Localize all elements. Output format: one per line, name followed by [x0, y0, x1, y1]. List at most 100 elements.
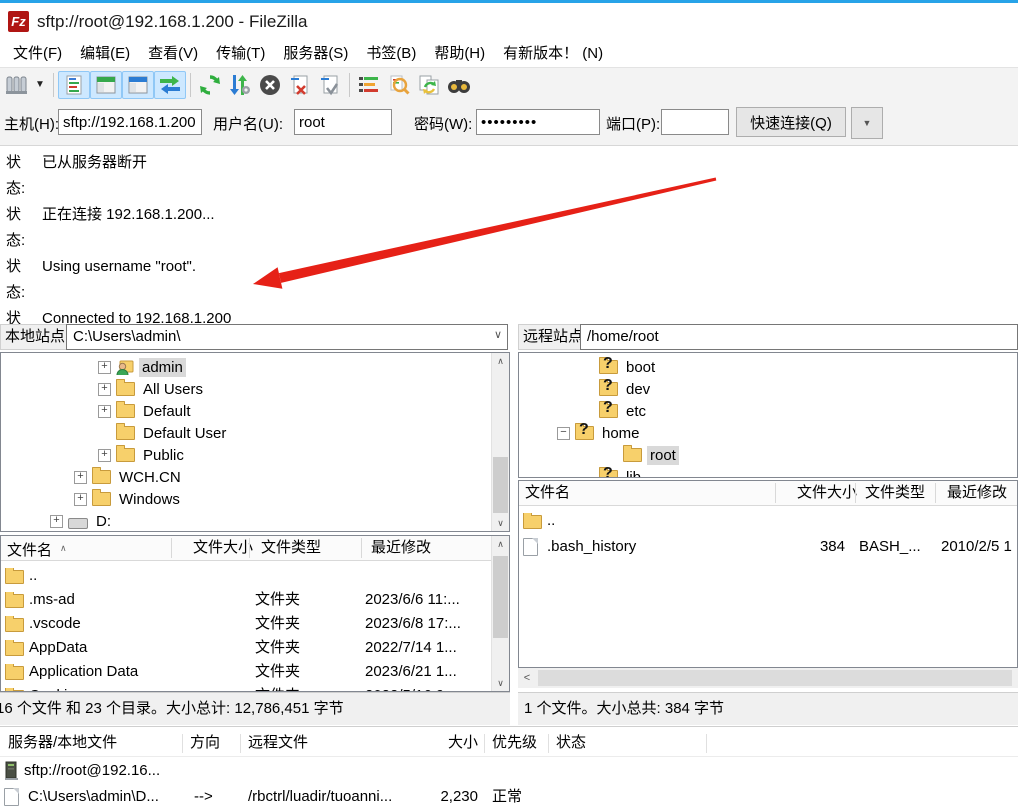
file-row[interactable]: .ms-ad 文件夹 2023/6/6 11:... [1, 588, 492, 612]
column-header-status[interactable]: 状态 [556, 730, 696, 756]
column-header-filetype[interactable]: 文件类型 [859, 481, 935, 505]
tree-item-home[interactable]: − ? home [519, 422, 1017, 444]
tree-item-label: Default [140, 402, 194, 421]
column-header-priority[interactable]: 优先级 [492, 730, 542, 756]
column-header-filesize[interactable]: 文件大小 [177, 536, 259, 560]
column-header-filename[interactable]: 文件名∧ [1, 536, 175, 560]
toggle-transfer-queue-button[interactable] [154, 71, 186, 99]
expander-icon[interactable]: + [98, 361, 111, 374]
tree-item-wch-cn[interactable]: + WCH.CN [1, 466, 509, 488]
queue-transfer-row[interactable]: C:\Users\admin\D... --> /rbctrl/luadir/t… [0, 784, 1018, 806]
site-manager-button[interactable] [1, 71, 31, 99]
local-file-list: 文件名∧ 文件大小 文件类型 最近修改 .. .ms-ad 文件夹 2023/6… [0, 535, 510, 692]
file-row[interactable]: .bash_history 384 BASH_... 2010/2/5 1 [519, 535, 1017, 559]
expander-icon[interactable]: + [50, 515, 63, 528]
scroll-left-icon[interactable]: < [518, 668, 536, 688]
tree-item-root[interactable]: root [519, 444, 1017, 466]
column-header-server-local-file[interactable]: 服务器/本地文件 [8, 730, 176, 756]
process-queue-button[interactable] [225, 71, 255, 99]
remote-site-bar: 远程站点: /home/root [518, 322, 1018, 352]
menu-bookmarks[interactable]: 书签(B) [357, 40, 425, 67]
tree-item-admin[interactable]: + admin [1, 356, 509, 378]
scrollbar-thumb[interactable] [493, 457, 508, 513]
toggle-local-tree-button[interactable] [90, 71, 122, 99]
menu-new-version[interactable]: 有新版本！ (N) [494, 40, 612, 67]
scroll-down-icon[interactable]: ∨ [492, 515, 509, 531]
scrollbar-thumb[interactable] [493, 556, 508, 638]
menu-edit[interactable]: 编辑(E) [71, 40, 139, 67]
file-row[interactable]: .vscode 文件夹 2023/6/8 17:... [1, 612, 492, 636]
tree-item-label: admin [139, 358, 186, 377]
file-row[interactable]: Cookies 文件夹 2022/5/16 9: [1, 684, 492, 692]
tree-item-boot[interactable]: ? boot [519, 356, 1017, 378]
scroll-up-icon[interactable]: ∧ [492, 353, 509, 369]
column-header-modified[interactable]: 最近修改 [941, 481, 1018, 505]
expander-icon[interactable]: + [98, 383, 111, 396]
refresh-button[interactable] [195, 71, 225, 99]
menu-server[interactable]: 服务器(S) [274, 40, 357, 67]
menu-view[interactable]: 查看(V) [139, 40, 207, 67]
username-label: 用户名(U): [213, 113, 283, 134]
local-site-input[interactable]: C:\Users\admin\ [66, 324, 508, 350]
local-site-label: 本地站点: [0, 324, 74, 350]
column-header-direction[interactable]: 方向 [190, 730, 234, 756]
site-manager-dropdown[interactable]: ▼ [31, 71, 49, 99]
tree-item-label: Public [140, 446, 187, 465]
tree-item-default-user[interactable]: Default User [1, 422, 509, 444]
column-header-modified[interactable]: 最近修改 [365, 536, 489, 560]
column-header-filetype[interactable]: 文件类型 [255, 536, 365, 560]
chevron-down-icon[interactable]: ∨ [494, 328, 502, 341]
menu-file[interactable]: 文件(F) [4, 40, 71, 67]
toggle-remote-tree-button[interactable] [122, 71, 154, 99]
scrollbar-thumb[interactable] [538, 670, 1012, 686]
synchronized-browsing-button[interactable] [414, 71, 444, 99]
tree-item-lib[interactable]: ? lib [519, 466, 1017, 478]
column-header-filesize[interactable]: 文件大小 [781, 481, 863, 505]
tree-item-all-users[interactable]: + All Users [1, 378, 509, 400]
remote-tree: ? boot ? dev ? etc − ? home [518, 352, 1018, 478]
column-header-size[interactable]: 大小 [414, 730, 478, 756]
expander-icon[interactable]: − [557, 427, 570, 440]
find-files-button[interactable] [444, 71, 474, 99]
toggle-message-log-button[interactable] [58, 71, 90, 99]
remove-successful-transfers-button[interactable] [315, 71, 345, 99]
quickconnect-bar: 主机(H): 用户名(U): 密码(W): 端口(P): 快速连接(Q) ▼ [0, 101, 1018, 146]
local-list-scrollbar[interactable]: ∧ ∨ [491, 536, 509, 691]
local-tree-scrollbar[interactable]: ∧ ∨ [491, 353, 509, 531]
file-row[interactable]: .. [519, 509, 1017, 533]
tree-item-public[interactable]: + Public [1, 444, 509, 466]
scroll-down-icon[interactable]: ∨ [492, 675, 509, 691]
remote-site-input[interactable]: /home/root [580, 324, 1018, 350]
file-row[interactable]: .. [1, 564, 492, 588]
tree-item-default[interactable]: + Default [1, 400, 509, 422]
menu-transfer[interactable]: 传输(T) [207, 40, 274, 67]
column-header-remote-file[interactable]: 远程文件 [248, 730, 408, 756]
quickconnect-button[interactable]: 快速连接(Q) [736, 107, 846, 137]
compare-button[interactable] [384, 71, 414, 99]
host-input[interactable] [58, 109, 202, 135]
column-header-filename[interactable]: 文件名 [519, 481, 777, 505]
unknown-folder-icon: ? [575, 426, 594, 440]
tree-item-d-drive[interactable]: + D: [1, 510, 509, 532]
filter-button[interactable] [354, 71, 384, 99]
port-input[interactable] [661, 109, 729, 135]
scroll-up-icon[interactable]: ∧ [492, 536, 509, 552]
tree-item-label: dev [623, 380, 653, 399]
tree-item-dev[interactable]: ? dev [519, 378, 1017, 400]
file-row[interactable]: Application Data 文件夹 2023/6/21 1... [1, 660, 492, 684]
password-input[interactable] [476, 109, 600, 135]
quickconnect-dropdown[interactable]: ▼ [851, 107, 883, 139]
queue-server-row[interactable]: sftp://root@192.16... [0, 758, 1018, 784]
username-input[interactable] [294, 109, 392, 135]
expander-icon[interactable]: + [74, 471, 87, 484]
remove-failed-transfers-button[interactable] [285, 71, 315, 99]
remote-horizontal-scrollbar[interactable]: < [518, 668, 1018, 688]
expander-icon[interactable]: + [74, 493, 87, 506]
expander-icon[interactable]: + [98, 449, 111, 462]
menu-help[interactable]: 帮助(H) [425, 40, 494, 67]
expander-icon[interactable]: + [98, 405, 111, 418]
tree-item-etc[interactable]: ? etc [519, 400, 1017, 422]
cancel-button[interactable] [255, 71, 285, 99]
tree-item-windows[interactable]: + Windows [1, 488, 509, 510]
file-row[interactable]: AppData 文件夹 2022/7/14 1... [1, 636, 492, 660]
